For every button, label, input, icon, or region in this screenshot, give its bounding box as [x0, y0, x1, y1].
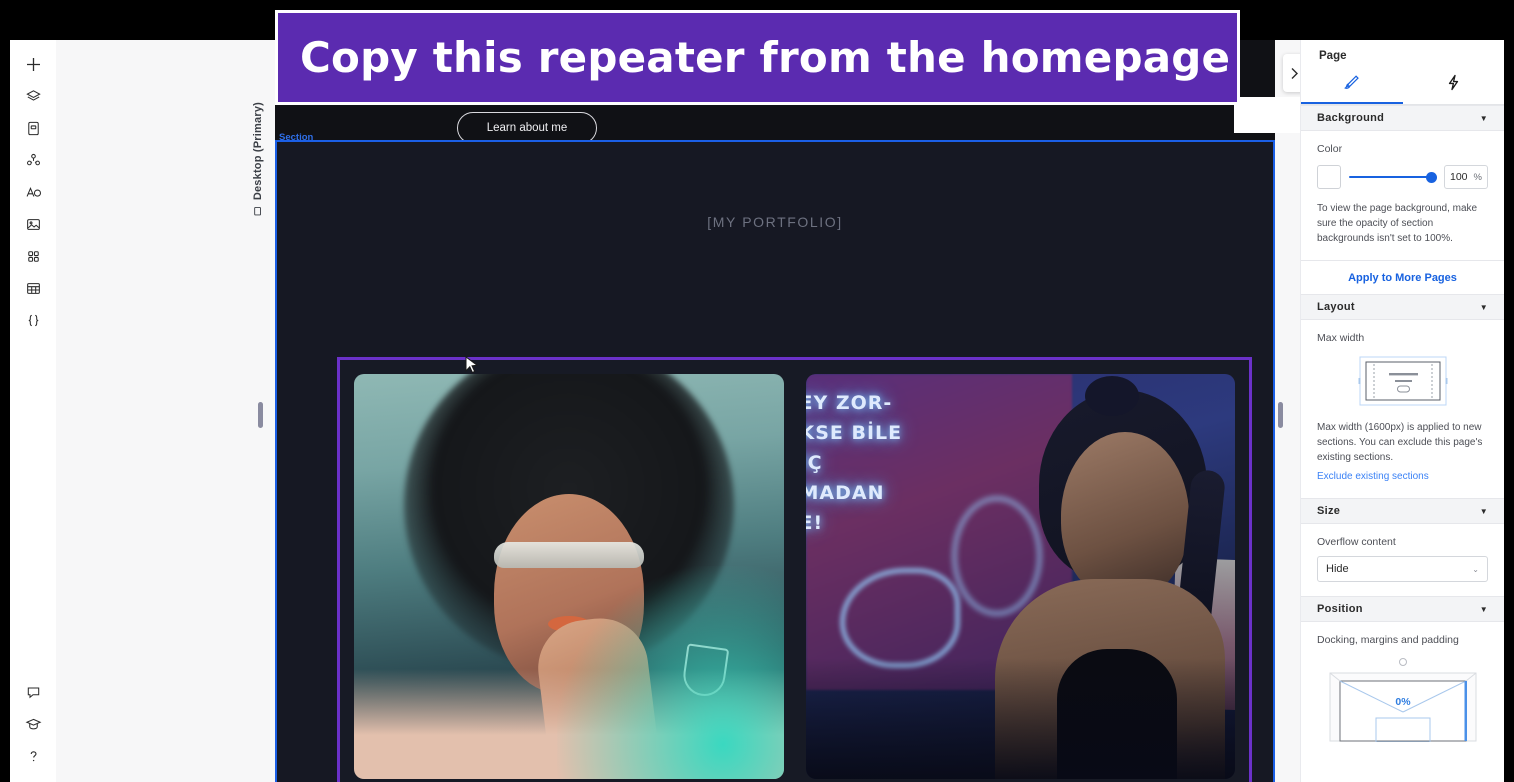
max-width-figure [1317, 354, 1488, 408]
repeater-item[interactable]: Editorial [354, 374, 784, 782]
layout-body: Max width Max width (1600px) is applied … [1301, 320, 1504, 498]
opacity-unit: % [1473, 171, 1482, 183]
panel-title: Page [1319, 50, 1347, 62]
max-width-label: Max width [1317, 332, 1365, 344]
apply-to-more-pages-link[interactable]: Apply to More Pages [1301, 260, 1504, 294]
docking-label: Docking, margins and padding [1317, 634, 1459, 646]
code-icon[interactable] [17, 304, 49, 336]
color-label: Color [1317, 143, 1343, 155]
accordion-position[interactable]: Position ▼ [1301, 596, 1504, 622]
page-stage: Learn about me Section [MY PORTFOLIO] EY… [275, 40, 1275, 782]
opacity-input[interactable]: 100 % [1444, 165, 1488, 189]
chevron-down-icon: ▼ [1479, 302, 1488, 312]
accordion-background-label: Background [1317, 112, 1385, 124]
layout-hint: Max width (1600px) is applied to new sec… [1317, 422, 1483, 463]
portfolio-image-editorial[interactable] [354, 374, 784, 779]
overflow-content-label: Overflow content [1317, 536, 1396, 548]
accordion-layout-label: Layout [1317, 301, 1355, 313]
connect-apps-icon[interactable] [17, 144, 49, 176]
media-icon[interactable] [17, 208, 49, 240]
accordion-size-label: Size [1317, 505, 1341, 517]
portfolio-section[interactable]: [MY PORTFOLIO] Editorial [275, 142, 1275, 782]
right-inspector-panel: Page Background ▼ Color 100 % To view th… [1300, 40, 1504, 782]
chevron-down-icon: ▼ [1479, 113, 1488, 123]
docking-anchor-dot[interactable] [1398, 658, 1407, 666]
opacity-value: 100 [1450, 171, 1468, 183]
opacity-slider[interactable] [1349, 165, 1437, 189]
position-body: Docking, margins and padding 0% [1301, 622, 1504, 742]
chevron-down-icon: ⌄ [1472, 564, 1479, 574]
annotation-banner: Copy this repeater from the homepage [275, 10, 1240, 105]
size-body: Overflow content Hide ⌄ [1301, 524, 1504, 596]
device-label-text: Desktop (Primary) [252, 102, 264, 201]
background-body: Color 100 % To view the page background,… [1301, 131, 1504, 260]
lightning-icon [1444, 73, 1463, 97]
app-root: Desktop (Primary) Learn about me Section… [0, 0, 1514, 782]
comments-icon[interactable] [17, 676, 49, 708]
tab-design[interactable] [1301, 68, 1403, 104]
apps-grid-icon[interactable] [17, 240, 49, 272]
canvas-resize-handle-left[interactable] [258, 402, 263, 428]
canvas-workspace: Desktop (Primary) Learn about me Section… [56, 40, 1330, 782]
overflow-content-select[interactable]: Hide ⌄ [1317, 556, 1488, 582]
pages-icon[interactable] [17, 112, 49, 144]
add-icon[interactable] [17, 48, 49, 80]
device-label: Desktop (Primary) [252, 102, 264, 216]
background-hint: To view the page background, make sure t… [1317, 203, 1478, 244]
annotation-banner-text: Copy this repeater from the homepage [300, 33, 1231, 82]
learn-icon[interactable] [17, 708, 49, 740]
repeater-item[interactable]: EY ZOR-KSE BİLEİÇMADANE! Portraits [805, 374, 1235, 782]
text-icon[interactable] [17, 176, 49, 208]
accordion-size[interactable]: Size ▼ [1301, 498, 1504, 524]
exclude-existing-sections-link[interactable]: Exclude existing sections [1317, 471, 1429, 482]
monitor-icon [253, 205, 263, 217]
accordion-layout[interactable]: Layout ▼ [1301, 294, 1504, 320]
chevron-down-icon: ▼ [1479, 506, 1488, 516]
cms-table-icon[interactable] [17, 272, 49, 304]
left-toolbar [10, 40, 56, 782]
chevron-down-icon: ▼ [1479, 604, 1488, 614]
portfolio-image-portraits[interactable]: EY ZOR-KSE BİLEİÇMADANE! [805, 374, 1235, 779]
canvas-resize-handle-right[interactable] [1278, 402, 1283, 428]
overflow-content-value: Hide [1326, 563, 1349, 575]
docking-percent: 0% [1395, 696, 1411, 708]
color-swatch[interactable] [1317, 165, 1341, 189]
brush-icon [1342, 73, 1361, 97]
repeater-selected[interactable]: Editorial EY ZOR-KSE BİLEİÇMADANE! [337, 357, 1252, 782]
panel-tabs [1301, 68, 1504, 105]
accordion-position-label: Position [1317, 603, 1363, 615]
accordion-background[interactable]: Background ▼ [1301, 105, 1504, 131]
tab-interactions[interactable] [1403, 68, 1505, 104]
repeater-grid: Editorial EY ZOR-KSE BİLEİÇMADANE! [354, 374, 1235, 782]
help-icon[interactable] [17, 740, 49, 772]
mouse-cursor [465, 356, 479, 380]
docking-figure[interactable]: 0% [1317, 672, 1488, 742]
layers-icon[interactable] [17, 80, 49, 112]
page-title: [MY PORTFOLIO] [707, 214, 843, 230]
color-row: 100 % [1317, 165, 1488, 189]
